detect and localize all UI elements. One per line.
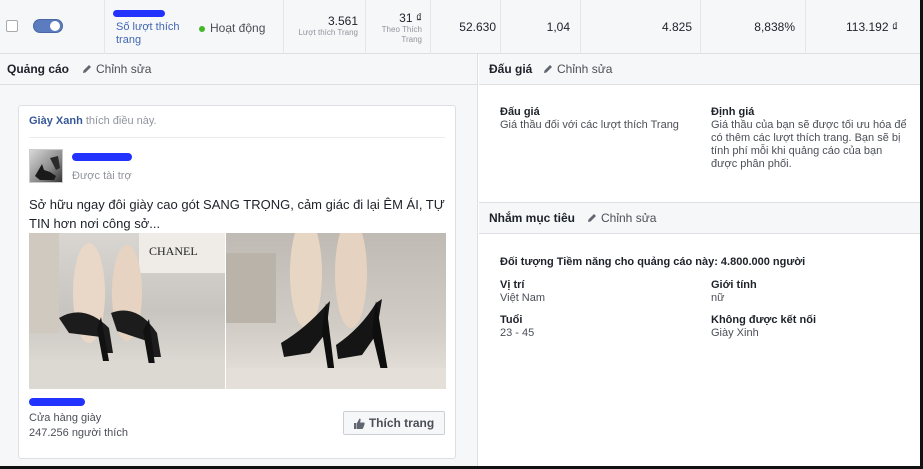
social-context: Giày Xanh thích điều này.: [29, 115, 157, 127]
ad-name-link[interactable]: Số lượt thích trang: [116, 21, 186, 47]
exclusion-label: Không được kết nối: [711, 314, 817, 326]
targeting-panel-title: Nhắm mục tiêu: [489, 211, 576, 225]
audience-size: Đối tượng Tiềm năng cho quảng cáo này: 4…: [500, 256, 806, 268]
liked-page-link[interactable]: Giày Xanh: [29, 115, 83, 127]
cost-value: 31 ₫: [399, 11, 422, 25]
age-value: 23 - 45: [500, 327, 535, 339]
ad-body-text: Sở hữu ngay đôi giày cao gót SANG TRỌNG,…: [29, 197, 445, 231]
ad-preview-panel: Quảng cáo Chỉnh sửa Giày Xanh thích điều…: [0, 54, 478, 466]
bid-edit-label: Chỉnh sửa: [557, 62, 613, 76]
reach-value: 52.630: [459, 20, 496, 34]
targeting-edit-label: Chỉnh sửa: [601, 211, 657, 225]
page-category: Cửa hàng giày: [29, 412, 102, 424]
bid-details: Đấu giá Giá thầu đối với các lượt thích …: [479, 85, 920, 203]
age-label: Tuổi: [500, 314, 523, 326]
like-page-label: Thích trang: [368, 416, 435, 430]
bid-panel-header: Đấu giá Chỉnh sửa: [479, 54, 920, 85]
liked-suffix: thích điều này.: [85, 115, 157, 127]
ad-status: Hoạt động: [199, 21, 265, 35]
ctr-cell: 8,838%: [740, 20, 795, 34]
ad-edit-label: Chỉnh sửa: [96, 62, 152, 76]
status-dot-icon: [199, 25, 205, 32]
results-value: 3.561: [327, 14, 358, 28]
results-label: Lượt thích Trang: [298, 28, 358, 37]
column-separator: [104, 0, 105, 54]
redacted-page-name: [72, 153, 132, 161]
gender-label: Giới tính: [711, 279, 757, 291]
shoe-photo-right: [226, 233, 446, 389]
gender-value: nữ: [711, 292, 725, 304]
spend-cell: 113.192 ₫: [830, 20, 898, 34]
heels-photo-right: [226, 233, 446, 389]
redacted-page-name-footer: [29, 398, 85, 406]
clicks-value: 4.825: [661, 20, 692, 34]
column-separator: [805, 0, 806, 54]
location-value: Việt Nam: [500, 292, 546, 304]
heels-photo-left: CHANEL: [29, 233, 225, 389]
ad-preview-card: Giày Xanh thích điều này. Được tài trợ S…: [18, 105, 456, 459]
exclusion-value: Giày Xinh: [711, 327, 759, 339]
status-text: Hoạt động: [210, 21, 266, 35]
page-like-count: 247.256 người thích: [29, 427, 128, 439]
column-separator: [500, 0, 501, 54]
shoe-thumbnail-icon: [35, 156, 60, 180]
results-cell: 3.561 Lượt thích Trang: [288, 14, 358, 38]
toggle-knob: [50, 21, 60, 31]
targeting-edit-link[interactable]: Chỉnh sửa: [587, 211, 656, 225]
bid-edit-link[interactable]: Chỉnh sửa: [543, 62, 612, 76]
ad-panel-header: Quảng cáo Chỉnh sửa: [0, 54, 477, 85]
pricing-label: Định giá: [711, 106, 755, 118]
bid-label: Đấu giá: [500, 106, 540, 118]
targeting-details: Đối tượng Tiềm năng cho quảng cáo này: 4…: [479, 235, 920, 466]
pencil-icon: [83, 65, 91, 73]
pencil-icon: [544, 65, 552, 73]
cost-label: Theo Thích Trang: [381, 25, 422, 44]
bid-value: Giá thầu đối với các lượt thích Trang: [500, 119, 679, 131]
ad-toggle-switch[interactable]: [33, 19, 63, 33]
location-label: Vị trí: [500, 279, 525, 291]
row-checkbox[interactable]: [6, 20, 18, 32]
ad-stats-row: Số lượt thích trang Hoạt động 3.561 Lượt…: [0, 0, 920, 54]
chanel-box-text: CHANEL: [149, 244, 198, 258]
column-separator: [580, 0, 581, 54]
clicks-cell: 4.825: [640, 20, 692, 34]
ad-image[interactable]: CHANEL: [29, 233, 446, 389]
ad-panel-title: Quảng cáo: [7, 62, 70, 76]
column-separator: [430, 0, 431, 54]
pricing-value: Giá thầu của bạn sẽ được tối ưu hóa để c…: [711, 119, 907, 170]
ctr-value: 8,838%: [754, 20, 795, 34]
bid-panel-title: Đấu giá: [489, 62, 533, 76]
divider: [29, 137, 445, 138]
like-page-button[interactable]: Thích trang: [343, 411, 445, 435]
frequency-cell: 1,04: [520, 20, 570, 34]
reach-cell: 52.630: [440, 20, 496, 34]
column-separator: [700, 0, 701, 54]
thumbs-up-icon: [353, 418, 365, 429]
column-separator: [365, 0, 366, 54]
frequency-value: 1,04: [546, 20, 570, 34]
column-separator: [283, 0, 284, 54]
targeting-panel-header: Nhắm mục tiêu Chỉnh sửa: [479, 203, 920, 234]
sponsored-label: Được tài trợ: [72, 170, 132, 182]
ad-settings-panel: Đấu giá Chỉnh sửa Đấu giá Giá thầu đối v…: [479, 54, 920, 466]
cost-cell: 31 ₫ Theo Thích Trang: [372, 11, 422, 45]
ad-edit-link[interactable]: Chỉnh sửa: [82, 62, 151, 76]
pencil-icon: [588, 214, 596, 222]
shoe-photo-left: CHANEL: [29, 233, 225, 389]
spend-value: 113.192 ₫: [846, 20, 898, 34]
redacted-ad-name: [113, 10, 165, 17]
page-avatar[interactable]: [29, 149, 63, 183]
